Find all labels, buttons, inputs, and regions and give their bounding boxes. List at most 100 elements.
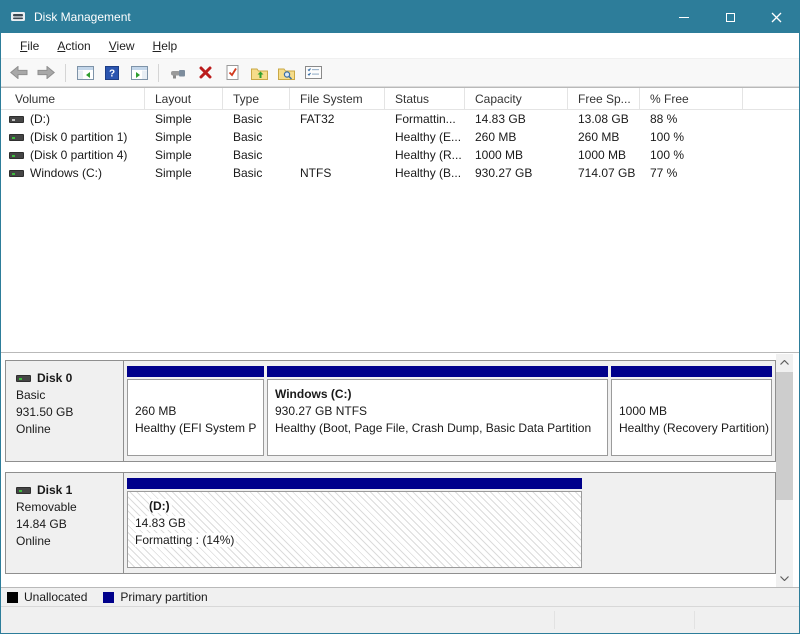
partition-d-formatting[interactable]: (D:) 14.83 GB Formatting : (14%) — [127, 478, 582, 568]
pct-free-cell: 100 % — [640, 130, 743, 144]
disk-name: Disk 0 — [37, 371, 72, 385]
delete-volume-button[interactable] — [193, 62, 217, 84]
column-header-type[interactable]: Type — [223, 88, 290, 109]
disk-status: Online — [16, 534, 123, 548]
volume-name: Windows (C:) — [30, 166, 102, 180]
folder-search-icon — [278, 66, 295, 80]
table-row[interactable]: (Disk 0 partition 1) Simple Basic Health… — [1, 128, 799, 146]
primary-partition-strip — [267, 366, 608, 377]
type-cell: Basic — [223, 112, 290, 126]
back-button[interactable] — [7, 62, 31, 84]
delete-icon — [199, 66, 212, 79]
disk1-header-cell[interactable]: Disk 1 Removable 14.84 GB Online — [6, 473, 124, 573]
window-title: Disk Management — [34, 10, 131, 24]
disk-icon — [16, 375, 31, 382]
volume-table-header: Volume Layout Type File System Status Ca… — [1, 88, 799, 110]
column-header-free-space[interactable]: Free Sp... — [568, 88, 640, 109]
status-cell: Healthy (R... — [385, 148, 465, 162]
menu-action[interactable]: Action — [48, 35, 99, 57]
properties-icon — [305, 66, 322, 79]
column-header-empty — [743, 88, 799, 109]
folder-up-button[interactable] — [247, 62, 271, 84]
svg-text:?: ? — [109, 68, 115, 79]
partition-size: 1000 MB — [619, 403, 764, 420]
properties-button[interactable] — [301, 62, 325, 84]
close-button[interactable] — [753, 1, 799, 33]
drive-icon — [9, 170, 24, 177]
legend-bar: Unallocated Primary partition — [1, 587, 799, 606]
capacity-cell: 260 MB — [465, 130, 568, 144]
capacity-cell: 14.83 GB — [465, 112, 568, 126]
pct-free-cell: 100 % — [640, 148, 743, 162]
type-cell: Basic — [223, 166, 290, 180]
forward-button[interactable] — [34, 62, 58, 84]
layout-cell: Simple — [145, 166, 223, 180]
column-header-pct-free[interactable]: % Free — [640, 88, 743, 109]
show-console-tree-button[interactable] — [73, 62, 97, 84]
menu-view[interactable]: View — [100, 35, 144, 57]
vertical-scrollbar[interactable] — [776, 354, 793, 587]
partition-size: 930.27 GB NTFS — [275, 403, 600, 420]
file-system-cell: FAT32 — [290, 112, 385, 126]
layout-cell: Simple — [145, 148, 223, 162]
console-tree-icon — [77, 66, 94, 80]
partition-status: Formatting : (14%) — [135, 533, 236, 547]
column-header-status[interactable]: Status — [385, 88, 465, 109]
table-row[interactable]: (Disk 0 partition 4) Simple Basic Health… — [1, 146, 799, 164]
primary-partition-strip — [127, 366, 264, 377]
scroll-down-button[interactable] — [776, 570, 793, 587]
partition-recovery[interactable]: 1000 MB Healthy (Recovery Partition) — [611, 366, 772, 456]
column-header-capacity[interactable]: Capacity — [465, 88, 568, 109]
chevron-down-icon — [780, 576, 789, 581]
scroll-up-button[interactable] — [776, 354, 793, 371]
toolbar-separator — [65, 64, 66, 82]
disk0-header-cell[interactable]: Disk 0 Basic 931.50 GB Online — [6, 361, 124, 461]
column-header-layout[interactable]: Layout — [145, 88, 223, 109]
tool-button[interactable] — [166, 62, 190, 84]
menu-bar: File Action View Help — [1, 33, 799, 59]
drive-icon — [9, 152, 24, 159]
check-document-button[interactable] — [220, 62, 244, 84]
app-icon — [10, 10, 26, 24]
partition-size: 14.83 GB — [135, 516, 188, 530]
back-icon — [10, 66, 28, 79]
folder-up-icon — [251, 66, 268, 80]
scrollbar-thumb[interactable] — [776, 372, 793, 500]
partition-size: 260 MB — [135, 403, 256, 420]
partition-name — [619, 386, 764, 403]
legend-label-primary: Primary partition — [120, 590, 207, 604]
pct-free-cell: 88 % — [640, 112, 743, 126]
disk-management-window: Disk Management File Action View Help ? — [0, 0, 800, 634]
status-cell: Formattin... — [385, 112, 465, 126]
type-cell: Basic — [223, 130, 290, 144]
show-action-pane-button[interactable] — [127, 62, 151, 84]
type-cell: Basic — [223, 148, 290, 162]
partition-windows-c[interactable]: Windows (C:) 930.27 GB NTFS Healthy (Boo… — [267, 366, 608, 456]
drive-icon — [9, 116, 24, 123]
table-row[interactable]: Windows (C:) Simple Basic NTFS Healthy (… — [1, 164, 799, 182]
free-space-cell: 13.08 GB — [568, 112, 640, 126]
drive-icon — [9, 134, 24, 141]
folder-search-button[interactable] — [274, 62, 298, 84]
file-system-cell: NTFS — [290, 166, 385, 180]
partition-name: (D:) — [149, 499, 172, 513]
table-row[interactable]: (D:) Simple Basic FAT32 Formattin... 14.… — [1, 110, 799, 128]
menu-file[interactable]: File — [11, 35, 48, 57]
maximize-button[interactable] — [707, 1, 753, 33]
partition-efi-system[interactable]: 260 MB Healthy (EFI System P — [127, 366, 264, 456]
column-header-volume[interactable]: Volume — [1, 88, 145, 109]
status-cell: Healthy (E... — [385, 130, 465, 144]
disk-name: Disk 1 — [37, 483, 72, 497]
minimize-button[interactable] — [661, 1, 707, 33]
status-cell: Healthy (B... — [385, 166, 465, 180]
disk-type: Basic — [16, 388, 123, 402]
help-button[interactable]: ? — [100, 62, 124, 84]
toolbar-separator — [158, 64, 159, 82]
column-header-file-system[interactable]: File System — [290, 88, 385, 109]
forward-icon — [37, 66, 55, 79]
disk-status: Online — [16, 422, 123, 436]
menu-help[interactable]: Help — [144, 35, 187, 57]
graphical-view-pane: Disk 0 Basic 931.50 GB Online 260 MB Hea… — [1, 354, 799, 587]
partition-status: Healthy (EFI System P — [135, 420, 256, 437]
chevron-up-icon — [780, 360, 789, 365]
